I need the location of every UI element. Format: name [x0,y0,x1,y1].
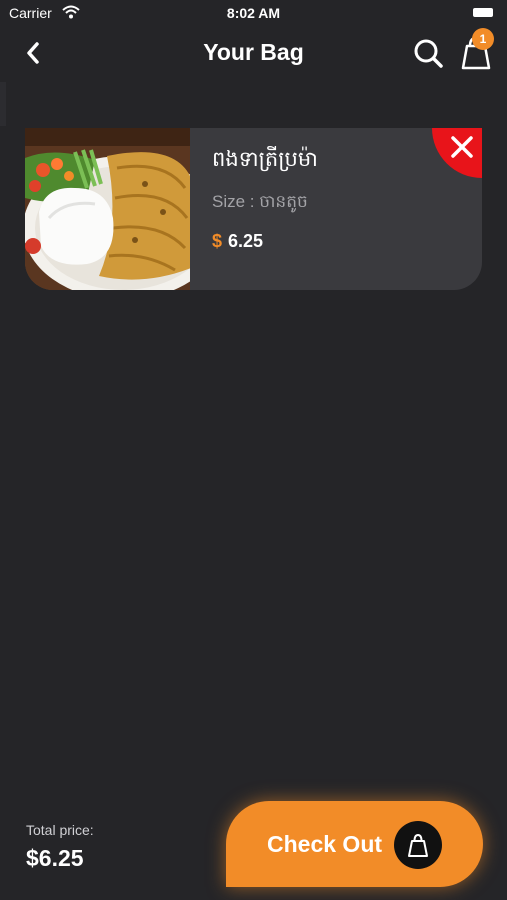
status-bar: Carrier 8:02 AM [0,0,507,28]
back-button[interactable] [16,36,50,70]
currency-symbol: $ [212,231,223,251]
cart-item[interactable]: ពងទាត្រីប្រម៉ា Size : ចានតូច $6.25 [25,128,482,290]
battery-icon [473,8,493,17]
item-name: ពងទាត្រីប្រម៉ា [212,148,318,171]
total-price-value: $6.25 [26,845,84,871]
checkout-button[interactable]: Check Out [226,801,483,887]
search-icon [414,39,443,68]
checkout-label: Check Out [267,831,383,857]
remove-item-button[interactable] [432,128,482,178]
item-image [25,128,190,290]
price-value: 6.25 [228,231,264,251]
item-size: Size : ចានតូច [212,192,308,211]
search-button[interactable] [411,36,445,70]
edge-mark [0,82,6,126]
chevron-left-icon [27,42,39,64]
wifi-icon [62,5,80,19]
checkout-bag-icon [394,821,442,869]
total-price-label: Total price: [26,822,94,838]
bag-count-badge: 1 [472,28,494,50]
item-price: $6.25 [212,231,263,252]
carrier-label: Carrier [9,5,52,21]
shopping-bag-icon [408,833,428,857]
close-icon [432,128,482,178]
header: Your Bag [0,28,507,78]
